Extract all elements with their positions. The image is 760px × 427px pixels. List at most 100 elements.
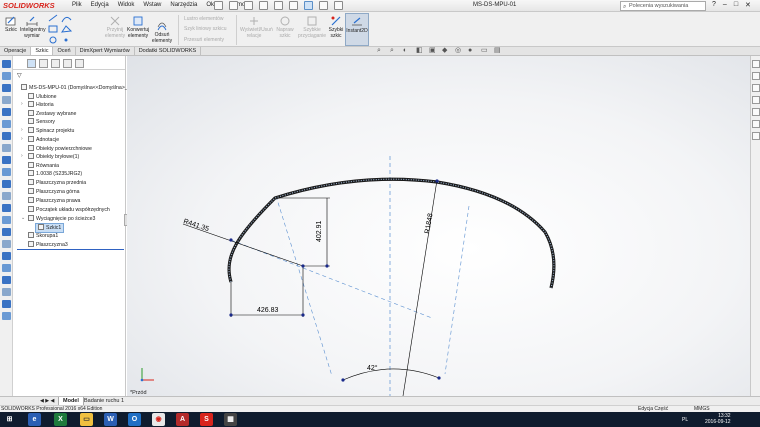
design-library-icon[interactable] [752,72,760,80]
expand-icon[interactable]: › [21,136,23,143]
block-tool-icon[interactable] [2,312,11,320]
tab-addins[interactable]: Dodatki SOLIDWORKS [135,47,202,55]
menu-file[interactable]: Plik [72,2,82,8]
tree-item-top-plane[interactable]: Płaszczyzna górna [28,188,80,196]
instant2d-button[interactable]: Instant2D [345,13,369,46]
menu-insert[interactable]: Wstaw [143,2,161,8]
menu-view[interactable]: Widok [118,2,135,8]
minimize-icon[interactable]: – [723,1,727,9]
excel-icon[interactable]: X [54,413,67,426]
plane-tool-icon[interactable] [2,300,11,308]
repair-sketch-button[interactable]: Napraw szkic [274,15,296,39]
tab-evaluate[interactable]: Oceń [53,47,76,55]
rotate-tool-icon[interactable] [2,228,11,236]
tree-item-selection-sets[interactable]: Zestawy wybrane [28,110,76,118]
windows-start-icon[interactable]: ⊞ [3,413,16,426]
calculator-icon[interactable]: ▦ [224,413,237,426]
new-document-icon[interactable] [229,1,238,10]
linear-pattern-button[interactable]: Szyk liniowy szkicu [184,26,227,32]
rapid-sketch-button[interactable]: Szybki szkic [328,15,344,39]
tree-item-solid-bodies[interactable]: › Obiekty bryłowe(1) [21,153,79,161]
tree-item-favorites[interactable]: Ulubione [28,93,56,101]
convert-entities-button[interactable]: Konwertuj elementy [127,15,149,39]
zoom-to-fit-icon[interactable]: ⌕ [377,47,385,55]
sketch-point[interactable] [341,378,345,382]
tree-item-equations[interactable]: Równania [28,162,59,170]
appearance-icon[interactable]: ● [468,47,476,55]
select-icon[interactable] [304,1,313,10]
chamfer-tool-icon[interactable] [2,204,11,212]
hide-show-icon[interactable]: ◎ [455,47,463,55]
options-icon[interactable] [334,1,343,10]
rebuild-icon[interactable] [319,1,328,10]
dimension-radius-small[interactable]: R441.35 [182,218,209,233]
construction-line-right[interactable] [444,205,470,375]
view-palette-icon[interactable] [752,96,760,104]
tab-sketch[interactable]: Szkic [31,47,54,55]
smart-dimension-button[interactable]: Inteligentny wymiar [20,15,46,39]
line-tool-icon[interactable] [2,72,11,80]
help-icon[interactable]: ? [712,1,716,9]
construction-line-left[interactable] [275,195,333,377]
configuration-manager-icon[interactable] [51,59,60,68]
close-icon[interactable]: ✕ [745,1,751,9]
print-icon[interactable] [274,1,283,10]
expand-icon[interactable]: › [21,101,23,108]
collapse-icon[interactable]: ⌄ [21,215,25,222]
trim-tool-icon[interactable] [2,168,11,176]
language-indicator[interactable]: PL [682,417,688,423]
tree-item-front-plane[interactable]: Płaszczyzna przednia [28,179,86,187]
rollback-bar[interactable] [17,249,124,250]
dimxpert-manager-icon[interactable] [63,59,72,68]
search-input[interactable]: ⌕ Polecenia wyszukiwania [620,1,706,11]
expand-icon[interactable]: › [21,153,23,160]
maximize-icon[interactable]: □ [734,1,738,9]
resources-icon[interactable] [752,60,760,68]
trim-button[interactable]: Przytnij elementy [104,15,126,39]
expand-icon[interactable]: › [21,127,23,134]
scene-icon[interactable]: ▭ [481,47,489,55]
relation-tool-icon[interactable] [2,120,11,128]
tree-item-surface-bodies[interactable]: Obiekty powierzchniowe [28,145,92,153]
move-tool-icon[interactable] [2,216,11,224]
tree-item-shell1[interactable]: Skorupa1 [28,232,58,240]
dimension-arc-angle[interactable] [342,368,440,381]
tree-item-design-binder[interactable]: › Spinacz projektu [21,127,74,135]
move-entities-button[interactable]: Przesuń elementy [184,37,224,43]
custom-properties-icon[interactable] [752,120,760,128]
explorer-icon[interactable]: e [28,413,41,426]
graphics-area[interactable]: 402.91 426.83 R441.35 R1848 42° [127,56,750,406]
tree-item-history[interactable]: › Historia [21,101,54,109]
tree-item-right-plane[interactable]: Płaszczyzna prawa [28,197,80,205]
undo-icon[interactable] [289,1,298,10]
previous-view-icon[interactable]: ◐ [403,47,411,55]
dimension-tool-icon[interactable] [2,108,11,116]
leader-radius-large[interactable] [402,179,438,397]
solidworks-taskbar-icon[interactable]: S [200,413,213,426]
spline-tool-icon[interactable] [2,96,11,104]
menu-edit[interactable]: Edycja [91,2,109,8]
menu-tools[interactable]: Narzędzia [170,2,197,8]
sketch-canvas[interactable]: 402.91 426.83 R441.35 R1848 42° [127,56,750,406]
dimension-angle[interactable]: 42° [367,364,378,372]
sketch-button[interactable]: Szkic [2,15,20,34]
appearances-icon[interactable] [752,108,760,116]
dimension-vertical[interactable]: 402.91 [316,220,323,242]
sketch-point[interactable] [437,376,441,380]
save-icon[interactable] [259,1,268,10]
sketch-point[interactable] [301,313,305,317]
sketch-tool-icon[interactable] [2,60,11,68]
acrobat-icon[interactable]: A [176,413,189,426]
tree-item-plane3[interactable]: Płaszczyzna3 [28,241,68,249]
scale-tool-icon[interactable] [2,240,11,248]
mirror-entities-button[interactable]: Lustro elementów [184,16,223,22]
folder-icon[interactable]: ▭ [80,413,93,426]
feature-manager-icon[interactable] [27,59,36,68]
tab-scroll-arrows[interactable]: ◀ ▶ ◀ [40,398,54,404]
filter-icon[interactable]: ▽ [17,72,22,79]
point-tool-icon[interactable] [2,276,11,284]
tab-dimxpert[interactable]: DimXpert Wymiarów [76,47,135,55]
tree-item-annotations[interactable]: › Adnotacje [21,136,59,144]
system-clock[interactable]: 13:32 2016-09-12 [705,413,731,425]
fillet-tool-icon[interactable] [2,192,11,200]
